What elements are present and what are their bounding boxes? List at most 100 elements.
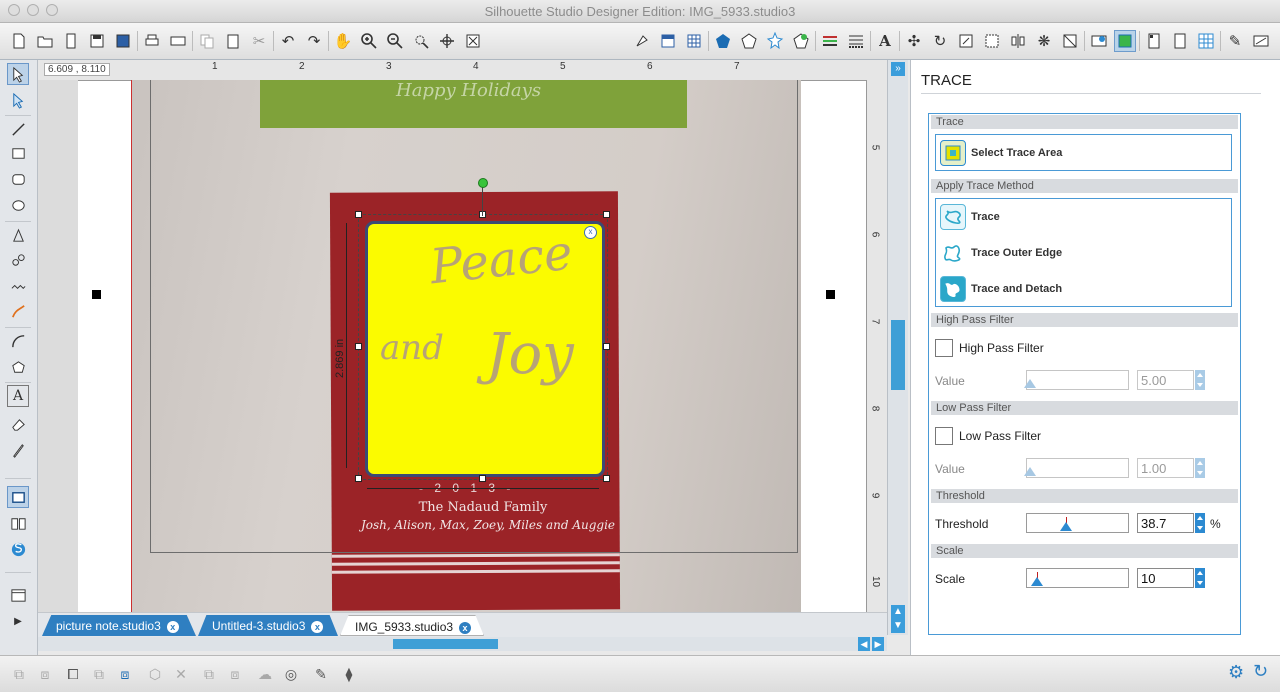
library-view-icon[interactable] xyxy=(7,512,29,534)
edit-points-tool-icon[interactable] xyxy=(7,89,29,111)
tab-picture-note[interactable]: picture note.studio3 x xyxy=(42,615,196,636)
resize-handle[interactable] xyxy=(355,343,362,350)
sync-icon[interactable]: ↻ xyxy=(1253,661,1268,682)
scroll-left-icon[interactable]: ◀ xyxy=(858,637,870,651)
align-icon[interactable] xyxy=(1007,30,1029,52)
threshold-slider[interactable] xyxy=(1026,513,1129,533)
horizontal-scrollbar[interactable]: ◀ ▶ xyxy=(38,637,887,651)
cut-send-icon[interactable] xyxy=(1250,30,1272,52)
low-pass-stepper[interactable] xyxy=(1195,458,1205,478)
high-pass-filter-checkbox[interactable] xyxy=(935,339,953,357)
trace-style-icon[interactable]: ✎ xyxy=(310,663,332,685)
tab-untitled-3[interactable]: Untitled-3.studio3 x xyxy=(198,615,338,636)
tab-img-5933[interactable]: IMG_5933.studio3 x xyxy=(340,615,484,636)
high-pass-value-input[interactable]: 5.00 xyxy=(1137,370,1194,390)
low-pass-value-input[interactable]: 1.00 xyxy=(1137,458,1194,478)
offset-shape-icon[interactable]: ◎ xyxy=(280,663,302,685)
transform-icon[interactable]: ✣ xyxy=(903,30,925,52)
line-tool-icon[interactable] xyxy=(7,118,29,140)
bring-forward-icon[interactable]: ⧉ xyxy=(198,663,220,685)
resize-handle[interactable] xyxy=(603,475,610,482)
zoom-select-icon[interactable] xyxy=(410,30,432,52)
redo-icon[interactable]: ↷ xyxy=(303,30,325,52)
delete-selection-icon[interactable]: x xyxy=(584,226,597,239)
page-settings-icon[interactable] xyxy=(631,30,653,52)
low-pass-slider[interactable] xyxy=(1024,458,1129,478)
line-color-icon[interactable] xyxy=(738,30,760,52)
ungroup-icon[interactable]: ⧈ xyxy=(34,663,56,685)
drag-zoom-icon[interactable] xyxy=(436,30,458,52)
resize-handle[interactable] xyxy=(355,211,362,218)
ellipse-tool-icon[interactable] xyxy=(7,194,29,216)
threshold-value-input[interactable]: 38.7 xyxy=(1137,513,1194,533)
slider-knob[interactable] xyxy=(1031,577,1043,586)
threshold-stepper[interactable] xyxy=(1195,513,1205,533)
library-icon[interactable] xyxy=(60,30,82,52)
online-store-icon[interactable] xyxy=(7,538,29,560)
scroll-right-icon[interactable]: ▶ xyxy=(872,637,884,651)
new-file-icon[interactable] xyxy=(8,30,30,52)
fill-pattern-icon[interactable] xyxy=(790,30,812,52)
registration-marks-icon[interactable] xyxy=(1143,30,1165,52)
knife-icon[interactable] xyxy=(1088,30,1110,52)
expand-arrow-icon[interactable]: ▶ xyxy=(7,610,29,632)
window-layout-icon[interactable] xyxy=(7,584,29,606)
fit-to-page-icon[interactable] xyxy=(462,30,484,52)
select-trace-area-button[interactable]: Select Trace Area xyxy=(940,139,1062,167)
move-icon[interactable] xyxy=(981,30,1003,52)
pan-icon[interactable]: ✋ xyxy=(332,30,354,52)
paste-icon[interactable] xyxy=(222,30,244,52)
line-style-icon[interactable] xyxy=(819,30,841,52)
send-backward-icon[interactable]: ⧈ xyxy=(224,663,246,685)
undo-icon[interactable]: ↶ xyxy=(277,30,299,52)
grid-settings-icon[interactable] xyxy=(683,30,705,52)
resize-handle[interactable] xyxy=(603,211,610,218)
zoom-in-icon[interactable] xyxy=(358,30,380,52)
knife-tool-icon[interactable] xyxy=(7,439,29,461)
resize-handle[interactable] xyxy=(355,475,362,482)
polygon-tool-icon[interactable] xyxy=(7,224,29,246)
group-icon[interactable]: ⧉ xyxy=(8,663,30,685)
trace-button[interactable]: Trace xyxy=(940,203,1000,231)
print-icon[interactable] xyxy=(141,30,163,52)
rotation-handle[interactable] xyxy=(478,178,488,188)
fill-gradient-icon[interactable] xyxy=(764,30,786,52)
resize-handle[interactable] xyxy=(603,343,610,350)
copy-icon[interactable] xyxy=(196,30,218,52)
close-tab-icon[interactable]: x xyxy=(166,621,179,633)
print-and-cut-icon[interactable] xyxy=(1169,30,1191,52)
zoom-out-icon[interactable] xyxy=(384,30,406,52)
select-tool-icon[interactable] xyxy=(7,63,29,85)
make-compound-path-icon[interactable]: ⧠ xyxy=(62,663,84,685)
scale-value-input[interactable]: 10 xyxy=(1137,568,1194,588)
scroll-up-icon[interactable]: ▲ xyxy=(891,605,905,619)
vertical-scroll-thumb[interactable] xyxy=(891,320,905,390)
cut-settings-icon[interactable] xyxy=(657,30,679,52)
text-style-icon[interactable]: A xyxy=(874,30,896,52)
trace-outer-edge-button[interactable]: Trace Outer Edge xyxy=(940,239,1062,267)
slider-knob[interactable] xyxy=(1024,467,1036,476)
release-compound-path-icon[interactable]: ⧉ xyxy=(88,663,110,685)
smooth-freehand-tool-icon[interactable] xyxy=(7,300,29,322)
rotate-icon[interactable]: ↻ xyxy=(929,30,951,52)
scale-icon[interactable] xyxy=(955,30,977,52)
fill-color-icon[interactable] xyxy=(712,30,734,52)
text-tool-icon[interactable]: A xyxy=(7,385,29,407)
slider-knob[interactable] xyxy=(1060,522,1072,531)
scale-stepper[interactable] xyxy=(1195,568,1205,588)
cut-icon[interactable]: ✂ xyxy=(248,30,270,52)
scale-slider[interactable] xyxy=(1026,568,1129,588)
sketch-icon[interactable]: ✎ xyxy=(1224,30,1246,52)
offset-icon[interactable]: ⬡ xyxy=(144,663,166,685)
trace-and-detach-button[interactable]: Trace and Detach xyxy=(940,275,1062,303)
shape-library-icon[interactable]: ☁ xyxy=(254,663,276,685)
weld-icon[interactable]: ⧈ xyxy=(114,663,136,685)
replicate-icon[interactable]: ❋ xyxy=(1033,30,1055,52)
open-file-icon[interactable] xyxy=(34,30,56,52)
layers-icon[interactable]: ⧫ xyxy=(338,663,360,685)
trace-panel-icon[interactable] xyxy=(1114,30,1136,52)
high-pass-slider[interactable] xyxy=(1024,370,1129,390)
resize-handle[interactable] xyxy=(479,475,486,482)
horizontal-scroll-thumb[interactable] xyxy=(393,639,498,649)
rectangle-tool-icon[interactable] xyxy=(7,142,29,164)
